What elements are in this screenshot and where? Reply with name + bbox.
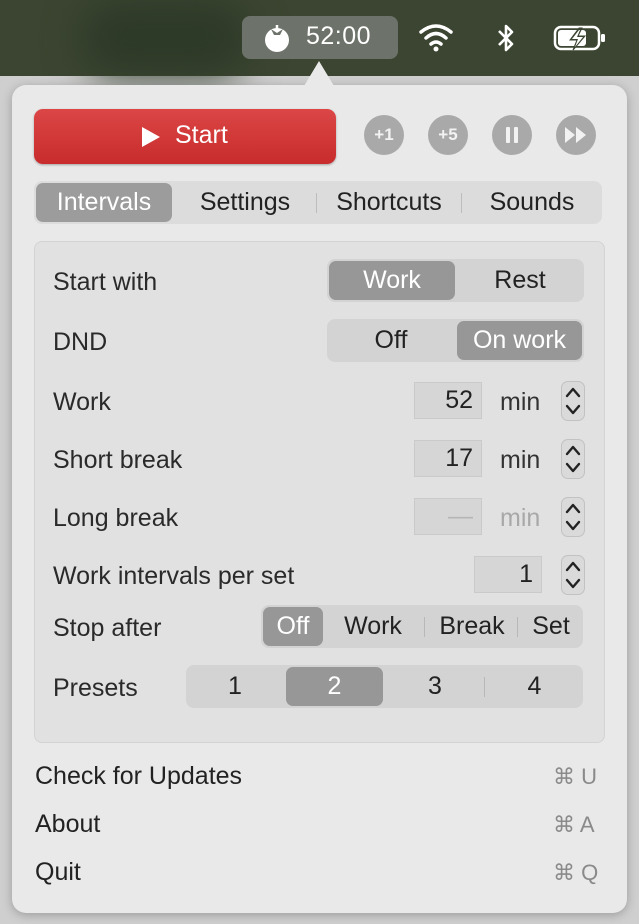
presets-segmented: 1 2 3 4 <box>186 665 583 708</box>
add-five-minutes-button[interactable]: +5 <box>428 115 468 155</box>
start-with-work-option[interactable]: Work <box>329 261 455 300</box>
stepper-arrows-icon <box>565 387 581 415</box>
skip-forward-icon <box>565 127 586 143</box>
timer-readout: 52:00 <box>306 22 372 50</box>
segment-divider <box>517 617 518 637</box>
preset-3-option[interactable]: 3 <box>386 665 484 708</box>
start-button-label: Start <box>175 121 228 149</box>
preset-4-option[interactable]: 4 <box>486 665 583 708</box>
pause-icon <box>506 127 518 143</box>
stop-after-break-option[interactable]: Break <box>427 605 517 648</box>
stepper-arrows-icon <box>565 445 581 473</box>
timer-menubar-item[interactable]: 52:00 <box>242 16 398 59</box>
short-break-label: Short break <box>53 446 183 474</box>
popover-arrow <box>304 61 334 86</box>
about-item[interactable]: About <box>35 810 100 839</box>
work-intervals-per-set-label: Work intervals per set <box>53 562 295 590</box>
bluetooth-icon[interactable] <box>495 22 517 54</box>
quit-shortcut: ⌘ Q <box>553 860 599 885</box>
work-intervals-per-set-field[interactable]: 1 <box>474 556 542 593</box>
short-break-stepper[interactable] <box>561 439 585 479</box>
start-with-label: Start with <box>53 268 158 296</box>
tab-settings[interactable]: Settings <box>180 181 310 224</box>
tab-sounds[interactable]: Sounds <box>467 181 597 224</box>
tab-bar: Intervals Settings Shortcuts Sounds <box>34 181 602 224</box>
stepper-arrows-icon <box>565 503 581 531</box>
check-for-updates-shortcut: ⌘ U <box>553 764 597 789</box>
skip-button[interactable] <box>556 115 596 155</box>
play-icon <box>142 127 160 147</box>
work-label: Work <box>53 388 111 416</box>
tab-divider <box>461 193 462 213</box>
about-shortcut: ⌘ A <box>553 812 595 837</box>
stepper-arrows-icon <box>565 561 581 589</box>
wifi-icon[interactable] <box>418 22 454 52</box>
segment-divider <box>424 617 425 637</box>
stop-after-label: Stop after <box>53 614 162 642</box>
long-break-minutes-field: — <box>414 498 482 535</box>
long-break-unit: min <box>500 504 541 532</box>
tab-shortcuts[interactable]: Shortcuts <box>322 181 456 224</box>
stop-after-work-option[interactable]: Work <box>327 605 419 648</box>
long-break-stepper[interactable] <box>561 497 585 537</box>
dnd-segmented: Off On work <box>327 319 584 362</box>
long-break-label: Long break <box>53 504 179 532</box>
tomato-icon <box>265 25 289 52</box>
tab-divider <box>316 193 317 213</box>
segment-divider <box>484 677 485 697</box>
stop-after-segmented: Off Work Break Set <box>261 605 583 648</box>
check-for-updates-item[interactable]: Check for Updates <box>35 762 242 791</box>
pause-button[interactable] <box>492 115 532 155</box>
start-with-rest-option[interactable]: Rest <box>457 259 583 302</box>
work-stepper[interactable] <box>561 381 585 421</box>
quit-item[interactable]: Quit <box>35 858 81 887</box>
start-with-segmented: Work Rest <box>327 259 584 302</box>
stop-after-off-option[interactable]: Off <box>263 607 323 646</box>
start-button[interactable]: Start <box>34 109 336 164</box>
dnd-on-work-option[interactable]: On work <box>457 321 582 360</box>
battery-charging-icon[interactable] <box>553 24 607 52</box>
dnd-off-option[interactable]: Off <box>327 319 455 362</box>
stop-after-set-option[interactable]: Set <box>519 605 583 648</box>
tab-intervals[interactable]: Intervals <box>36 183 172 222</box>
add-one-minute-button[interactable]: +1 <box>364 115 404 155</box>
preset-1-option[interactable]: 1 <box>186 665 284 708</box>
dnd-label: DND <box>53 328 108 356</box>
short-break-unit: min <box>500 446 541 474</box>
work-intervals-per-set-stepper[interactable] <box>561 555 585 595</box>
work-minutes-field[interactable]: 52 <box>414 382 482 419</box>
menubar-wallpaper-tint <box>80 0 250 76</box>
preset-2-option[interactable]: 2 <box>286 667 383 706</box>
presets-label: Presets <box>53 674 138 702</box>
work-unit: min <box>500 388 541 416</box>
short-break-minutes-field[interactable]: 17 <box>414 440 482 477</box>
